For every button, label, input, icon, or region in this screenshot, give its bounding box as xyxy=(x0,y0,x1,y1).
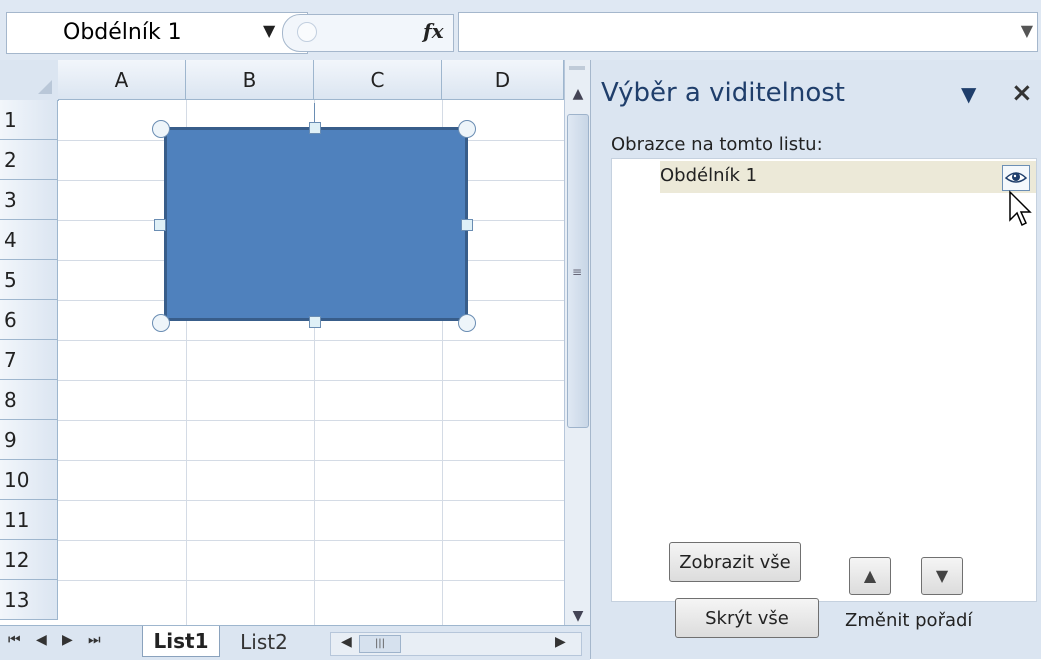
resize-handle-top[interactable] xyxy=(309,122,321,134)
shapes-list-label: Obrazce na tomto listu: xyxy=(611,134,823,155)
arrow-down-icon: ▼ xyxy=(935,566,949,585)
grip-icon: ≡ xyxy=(572,265,583,279)
column-header-c[interactable]: C xyxy=(314,60,442,100)
name-box-value: Obdélník 1 xyxy=(63,20,182,45)
selection-pane: Výběr a viditelnost ▼ × Obrazce na tomto… xyxy=(590,60,1041,659)
row-header-2[interactable]: 2 xyxy=(0,140,58,180)
show-all-button[interactable]: Zobrazit vše xyxy=(669,542,801,582)
arrow-up-icon: ▲ xyxy=(863,566,877,585)
close-icon[interactable]: × xyxy=(1011,78,1033,108)
reorder-label: Změnit pořadí xyxy=(845,610,973,631)
gridline xyxy=(58,380,564,381)
scroll-left-icon[interactable]: ◀ xyxy=(341,634,352,650)
pane-menu-icon[interactable]: ▼ xyxy=(961,82,976,106)
select-all-button[interactable] xyxy=(0,60,59,101)
row-header-4[interactable]: 4 xyxy=(0,220,58,260)
row-header-5[interactable]: 5 xyxy=(0,260,58,300)
gridline xyxy=(58,500,564,501)
formula-function-area: fx xyxy=(282,14,454,52)
row-header-11[interactable]: 11 xyxy=(0,500,58,540)
row-header-9[interactable]: 9 xyxy=(0,420,58,460)
move-down-button[interactable]: ▼ xyxy=(921,557,963,595)
row-header-6[interactable]: 6 xyxy=(0,300,58,340)
sheet-tab-bar: ⏮ ◀ ▶ ⏭ List1 List2 ◀ ||| ▶ xyxy=(0,625,590,660)
worksheet-grid[interactable]: A B C D 1 2 3 4 5 6 7 8 9 10 11 12 13 xyxy=(0,60,564,625)
gridline xyxy=(58,540,564,541)
rectangle-shape[interactable] xyxy=(164,127,468,321)
shapes-list[interactable]: Obdélník 1 xyxy=(611,158,1037,602)
column-header-d[interactable]: D xyxy=(442,60,564,100)
prev-sheet-icon[interactable]: ◀ xyxy=(36,632,47,648)
row-header-7[interactable]: 7 xyxy=(0,340,58,380)
hide-all-button[interactable]: Skrýt vše xyxy=(675,598,819,638)
gridline xyxy=(58,460,564,461)
chevron-down-icon[interactable]: ▼ xyxy=(263,21,275,40)
formula-bar: Obdélník 1 ▼ fx ▼ xyxy=(0,0,1041,61)
horizontal-scroll-thumb[interactable]: ||| xyxy=(359,635,401,653)
gridline xyxy=(58,420,564,421)
row-header-1[interactable]: 1 xyxy=(0,100,58,140)
resize-handle-bottom[interactable] xyxy=(309,316,321,328)
visibility-toggle-button[interactable] xyxy=(1002,165,1030,191)
move-up-button[interactable]: ▲ xyxy=(849,557,891,595)
sheet-tab-list2[interactable]: List2 xyxy=(222,628,306,656)
resize-handle-bottom-right[interactable] xyxy=(458,314,476,332)
column-header-b[interactable]: B xyxy=(186,60,314,100)
name-box[interactable]: Obdélník 1 ▼ xyxy=(6,12,308,54)
next-sheet-icon[interactable]: ▶ xyxy=(62,632,73,648)
scroll-thumb[interactable]: ≡ xyxy=(567,114,589,428)
scroll-right-icon[interactable]: ▶ xyxy=(555,634,566,650)
horizontal-scrollbar[interactable]: ◀ ||| ▶ xyxy=(330,632,582,656)
resize-handle-top-right[interactable] xyxy=(458,120,476,138)
gridline xyxy=(58,580,564,581)
scroll-up-icon[interactable]: ▲ xyxy=(568,86,588,104)
vertical-scrollbar[interactable]: ▲ ≡ ▼ xyxy=(564,60,591,625)
resize-handle-left[interactable] xyxy=(154,219,166,231)
row-header-12[interactable]: 12 xyxy=(0,540,58,580)
row-header-8[interactable]: 8 xyxy=(0,380,58,420)
resize-handle-top-left[interactable] xyxy=(152,120,170,138)
row-header-10[interactable]: 10 xyxy=(0,460,58,500)
expand-formula-icon[interactable]: ▼ xyxy=(1021,21,1033,40)
first-sheet-icon[interactable]: ⏮ xyxy=(8,632,21,648)
shape-name: Obdélník 1 xyxy=(660,165,758,186)
gridline xyxy=(58,340,564,341)
eye-icon xyxy=(1004,172,1028,183)
list-item[interactable]: Obdélník 1 xyxy=(660,161,1036,193)
resize-handle-right[interactable] xyxy=(461,219,473,231)
last-sheet-icon[interactable]: ⏭ xyxy=(88,632,101,648)
sheet-tab-list1[interactable]: List1 xyxy=(142,626,220,657)
resize-handle-bottom-left[interactable] xyxy=(152,314,170,332)
split-handle[interactable] xyxy=(569,66,585,70)
expand-handle-icon[interactable] xyxy=(297,22,317,42)
formula-input[interactable]: ▼ xyxy=(458,12,1038,52)
pane-title: Výběr a viditelnost xyxy=(601,78,846,108)
select-all-icon xyxy=(38,80,52,94)
column-header-a[interactable]: A xyxy=(58,60,186,100)
row-header-3[interactable]: 3 xyxy=(0,180,58,220)
row-header-13[interactable]: 13 xyxy=(0,580,58,620)
insert-function-button[interactable]: fx xyxy=(423,19,444,43)
scroll-down-icon[interactable]: ▼ xyxy=(568,608,588,626)
mouse-cursor-icon xyxy=(1009,190,1032,227)
